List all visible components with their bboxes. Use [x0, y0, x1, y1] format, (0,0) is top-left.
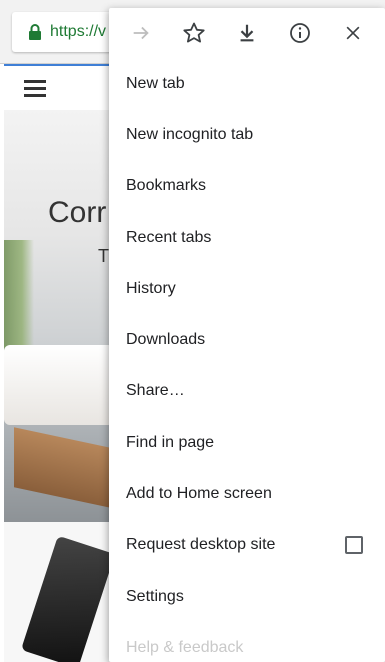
- menu-item-new-incognito-tab[interactable]: New incognito tab: [109, 109, 385, 160]
- menu-item-add-to-home-screen[interactable]: Add to Home screen: [109, 468, 385, 519]
- request-desktop-site-checkbox[interactable]: [345, 536, 363, 555]
- menu-item-label: Request desktop site: [126, 536, 276, 554]
- overflow-menu: New tab New incognito tab Bookmarks Rece…: [109, 8, 385, 662]
- bookmark-star-icon[interactable]: [172, 11, 216, 55]
- menu-item-label: Bookmarks: [126, 177, 207, 195]
- menu-item-bookmarks[interactable]: Bookmarks: [109, 161, 385, 212]
- menu-item-help-feedback[interactable]: Help & feedback: [109, 622, 385, 662]
- menu-item-history[interactable]: History: [109, 263, 385, 314]
- menu-item-label: Settings: [126, 587, 184, 605]
- url-text: https://v: [50, 23, 107, 40]
- hamburger-menu-icon[interactable]: [24, 80, 46, 97]
- info-icon[interactable]: [278, 11, 322, 55]
- menu-item-find-in-page[interactable]: Find in page: [109, 417, 385, 468]
- hero-title: Corr: [48, 196, 107, 229]
- menu-item-recent-tabs[interactable]: Recent tabs: [109, 212, 385, 263]
- menu-item-label: Recent tabs: [126, 228, 212, 246]
- menu-item-downloads[interactable]: Downloads: [109, 314, 385, 365]
- menu-item-request-desktop-site[interactable]: Request desktop site: [109, 520, 385, 571]
- menu-item-label: History: [126, 279, 176, 297]
- forward-icon[interactable]: [119, 11, 163, 55]
- phone-image: [20, 535, 116, 662]
- menu-item-settings[interactable]: Settings: [109, 571, 385, 622]
- menu-item-label: Find in page: [126, 433, 215, 451]
- menu-icon-row: [109, 8, 385, 58]
- menu-item-label: New tab: [126, 74, 185, 92]
- hero-subtitle: T: [98, 246, 109, 266]
- menu-item-label: New incognito tab: [126, 125, 254, 143]
- menu-item-label: Share…: [126, 382, 185, 400]
- menu-item-share[interactable]: Share…: [109, 366, 385, 417]
- download-icon[interactable]: [225, 11, 269, 55]
- close-icon[interactable]: [331, 11, 375, 55]
- lock-icon: [29, 24, 41, 40]
- menu-item-label: Downloads: [126, 331, 206, 349]
- sofa-image: [4, 345, 114, 425]
- menu-item-label: Add to Home screen: [126, 485, 272, 503]
- menu-item-label: Help & feedback: [126, 638, 244, 656]
- menu-item-new-tab[interactable]: New tab: [109, 58, 385, 109]
